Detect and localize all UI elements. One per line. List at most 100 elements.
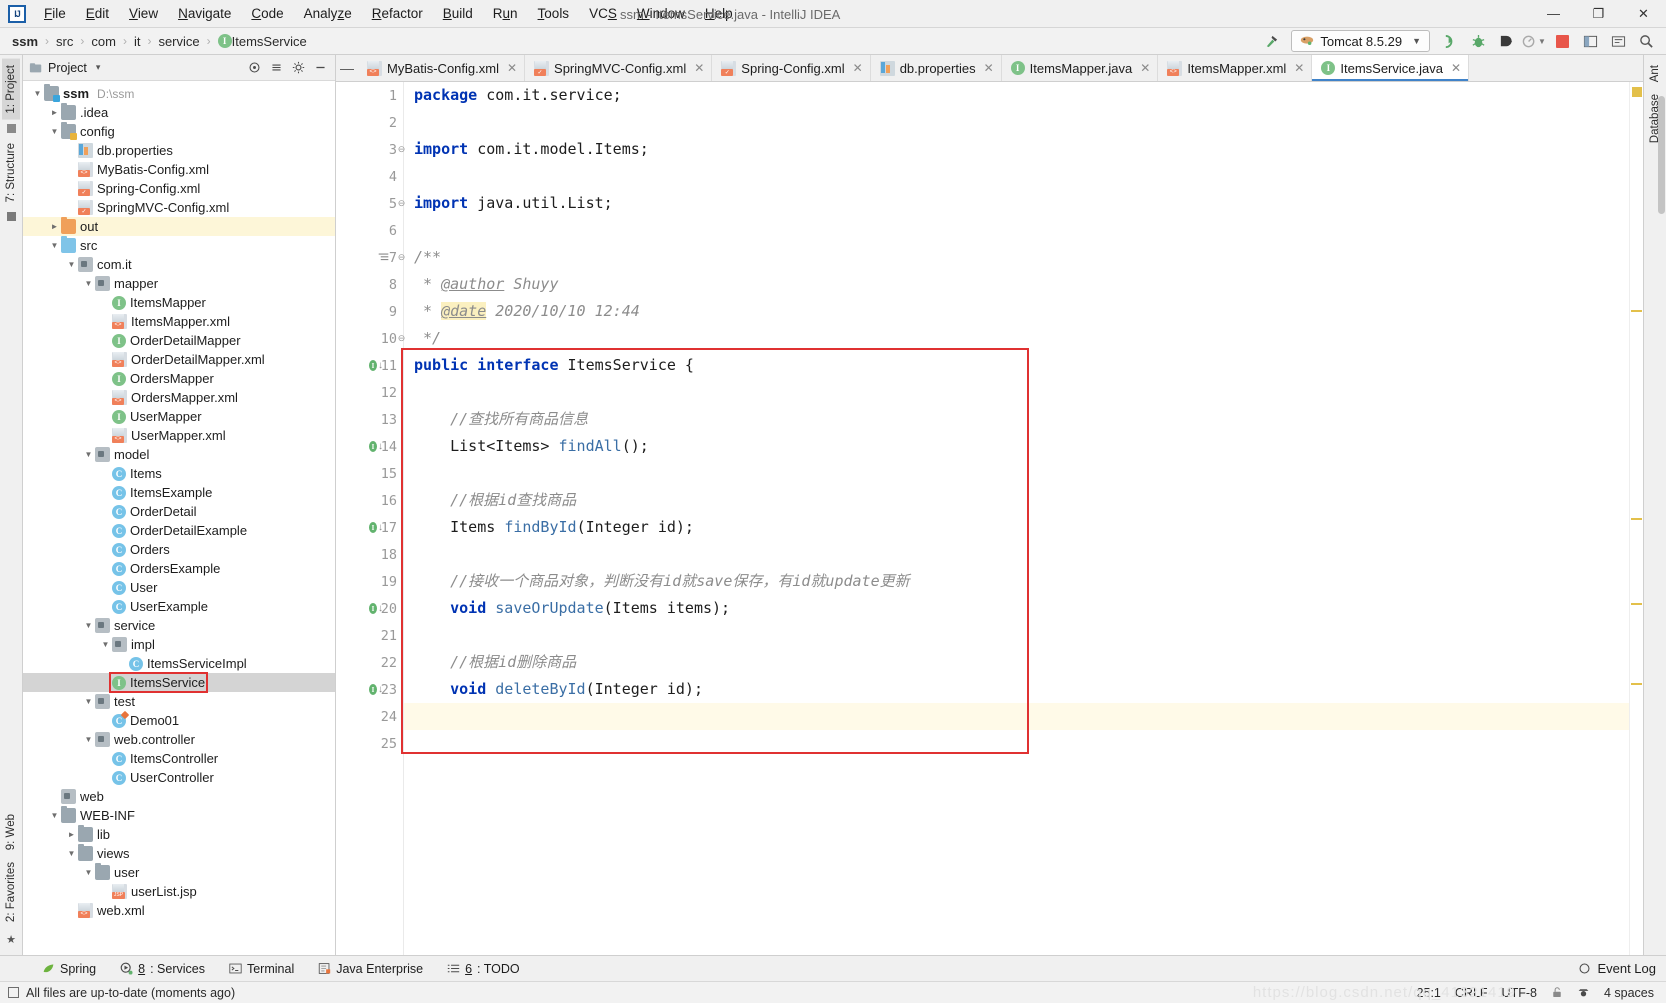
- tree-row-ssm[interactable]: ssm D:\ssm: [23, 84, 335, 103]
- marker-warning[interactable]: [1631, 603, 1642, 605]
- menu-build[interactable]: Build: [433, 2, 483, 25]
- tree-row-web[interactable]: web: [23, 787, 335, 806]
- gutter-line-number[interactable]: 2: [336, 109, 403, 136]
- tree-row-userlist-jsp[interactable]: userList.jsp: [23, 882, 335, 901]
- tree-row-ordersexample[interactable]: C OrdersExample: [23, 559, 335, 578]
- gear-icon[interactable]: [288, 58, 308, 78]
- tree-row-web-inf[interactable]: WEB-INF: [23, 806, 335, 825]
- gutter-line-number[interactable]: 10: [336, 325, 403, 352]
- editor-tab-itemsmapper-xml[interactable]: ItemsMapper.xml ✕: [1158, 55, 1313, 81]
- run-configuration-selector[interactable]: Tomcat 8.5.29 ▼: [1291, 30, 1430, 52]
- tree-row-itemsmapper-xml[interactable]: ItemsMapper.xml: [23, 312, 335, 331]
- menu-code[interactable]: Code: [241, 2, 293, 25]
- menu-view[interactable]: View: [119, 2, 168, 25]
- close-icon[interactable]: ✕: [694, 61, 704, 75]
- gutter-line-number[interactable]: 5: [336, 190, 403, 217]
- marker-warning[interactable]: [1631, 683, 1642, 685]
- tree-row-orderdetailexample[interactable]: C OrderDetailExample: [23, 521, 335, 540]
- tree-toggle-icon[interactable]: [48, 108, 61, 117]
- tree-row-itemscontroller[interactable]: C ItemsController: [23, 749, 335, 768]
- gutter-line-number[interactable]: 24: [336, 703, 403, 730]
- tree-row-mapper[interactable]: mapper: [23, 274, 335, 293]
- gutter-line-number[interactable]: 6: [336, 217, 403, 244]
- tree-toggle-icon[interactable]: [65, 830, 78, 839]
- gutter-line-number[interactable]: 25: [336, 730, 403, 757]
- tool-window-services[interactable]: 8: Services: [108, 962, 217, 976]
- file-encoding[interactable]: UTF-8: [1502, 986, 1537, 1000]
- gutter-line-number[interactable]: 18: [336, 541, 403, 568]
- gutter-line-number[interactable]: 1: [336, 82, 403, 109]
- tree-toggle-icon[interactable]: [48, 811, 61, 820]
- layout-icon[interactable]: [1578, 30, 1602, 52]
- tree-row-out[interactable]: out: [23, 217, 335, 236]
- tree-toggle-icon[interactable]: [82, 697, 95, 706]
- menu-analyze[interactable]: Analyze: [294, 2, 362, 25]
- tree-row-user[interactable]: C User: [23, 578, 335, 597]
- tree-row-web-controller[interactable]: web.controller: [23, 730, 335, 749]
- hide-panel-icon[interactable]: [310, 58, 330, 78]
- tree-row-web-xml[interactable]: web.xml: [23, 901, 335, 920]
- project-tree[interactable]: ssm D:\ssm .idea config db.properties MyBatis…: [23, 81, 335, 955]
- tree-row-demo01[interactable]: C Demo01: [23, 711, 335, 730]
- editor-viewport[interactable]: 1 2 3 4 5 6 7 8 9 10 11 12 13 14 15 16 17 18 19 20 21 22 23 24 2…: [336, 82, 1643, 955]
- menu-edit[interactable]: Edit: [76, 2, 119, 25]
- menu-tools[interactable]: Tools: [528, 2, 580, 25]
- breadcrumb-item-com[interactable]: com: [91, 34, 116, 49]
- project-panel-title[interactable]: Project ▾: [29, 61, 100, 75]
- tree-toggle-icon[interactable]: [48, 222, 61, 231]
- close-icon[interactable]: ✕: [984, 61, 994, 75]
- hide-tabs-icon[interactable]: —: [336, 55, 358, 81]
- tree-row-orderdetailmapper-xml[interactable]: OrderDetailMapper.xml: [23, 350, 335, 369]
- editor-gutter[interactable]: 1 2 3 4 5 6 7 8 9 10 11 12 13 14 15 16 17 18 19 20 21 22 23 24 2…: [336, 82, 405, 955]
- editor-code[interactable]: package com.it.service; import com.it.mo…: [404, 82, 1629, 955]
- editor-tab-spring-config-xml[interactable]: ✓ Spring-Config.xml ✕: [712, 55, 871, 81]
- gutter-line-number[interactable]: 15: [336, 460, 403, 487]
- tree-row-items[interactable]: C Items: [23, 464, 335, 483]
- tree-row-ordersmapper-xml[interactable]: OrdersMapper.xml: [23, 388, 335, 407]
- tree-row-orderdetailmapper[interactable]: I OrderDetailMapper: [23, 331, 335, 350]
- gutter-line-number[interactable]: 22: [336, 649, 403, 676]
- close-icon[interactable]: ✕: [1451, 61, 1461, 75]
- close-icon[interactable]: ✕: [1294, 61, 1304, 75]
- tree-toggle-icon[interactable]: [65, 849, 78, 858]
- select-opened-file-icon[interactable]: [244, 58, 264, 78]
- tool-window-java-enterprise[interactable]: Java Enterprise: [306, 962, 435, 976]
- tree-row-mybatis-config-xml[interactable]: MyBatis-Config.xml: [23, 160, 335, 179]
- rail-item-favorites[interactable]: 2: Favorites: [2, 856, 20, 928]
- settings-icon[interactable]: [1606, 30, 1630, 52]
- breadcrumb-item-service[interactable]: service: [158, 34, 199, 49]
- rail-item-web[interactable]: 9: Web: [2, 808, 20, 856]
- tree-toggle-icon[interactable]: [82, 279, 95, 288]
- tree-row-user[interactable]: user: [23, 863, 335, 882]
- menu-navigate[interactable]: Navigate: [168, 2, 241, 25]
- build-icon[interactable]: [1259, 30, 1283, 52]
- hector-icon[interactable]: [1577, 986, 1590, 999]
- tree-toggle-icon[interactable]: [82, 621, 95, 630]
- breadcrumb-item-ssm[interactable]: ssm: [12, 34, 38, 49]
- tree-row-usercontroller[interactable]: C UserController: [23, 768, 335, 787]
- tree-row-springmvc-config-xml[interactable]: ✓ SpringMVC-Config.xml: [23, 198, 335, 217]
- gutter-implemented-icon[interactable]: I ↓: [369, 514, 383, 541]
- gutter-line-number[interactable]: 4: [336, 163, 403, 190]
- rail-item-database[interactable]: Database: [1646, 88, 1664, 149]
- breadcrumb-item-src[interactable]: src: [56, 34, 73, 49]
- tree-toggle-icon[interactable]: [31, 89, 44, 98]
- tree-row-ordersmapper[interactable]: I OrdersMapper: [23, 369, 335, 388]
- tree-row-src[interactable]: src: [23, 236, 335, 255]
- line-separator[interactable]: CRLF: [1455, 986, 1488, 1000]
- maximize-button[interactable]: ❐: [1576, 0, 1621, 28]
- breadcrumb-item-itemsservice[interactable]: I ItemsService: [217, 34, 307, 49]
- tree-row-db-properties[interactable]: db.properties: [23, 141, 335, 160]
- gutter-implemented-icon[interactable]: I ↓: [369, 676, 383, 703]
- gutter-line-number[interactable]: 21: [336, 622, 403, 649]
- minimize-button[interactable]: —: [1531, 0, 1576, 28]
- editor-tab-db-properties[interactable]: db.properties ✕: [870, 55, 1002, 81]
- run-icon[interactable]: [1438, 30, 1462, 52]
- profile-icon[interactable]: ▼: [1522, 30, 1546, 52]
- gutter-line-number[interactable]: 7: [336, 244, 403, 271]
- marker-warning[interactable]: [1631, 518, 1642, 520]
- menu-file[interactable]: File: [34, 2, 76, 25]
- tree-row--idea[interactable]: .idea: [23, 103, 335, 122]
- rail-item-ant[interactable]: Ant: [1646, 59, 1664, 88]
- gutter-line-number[interactable]: 16: [336, 487, 403, 514]
